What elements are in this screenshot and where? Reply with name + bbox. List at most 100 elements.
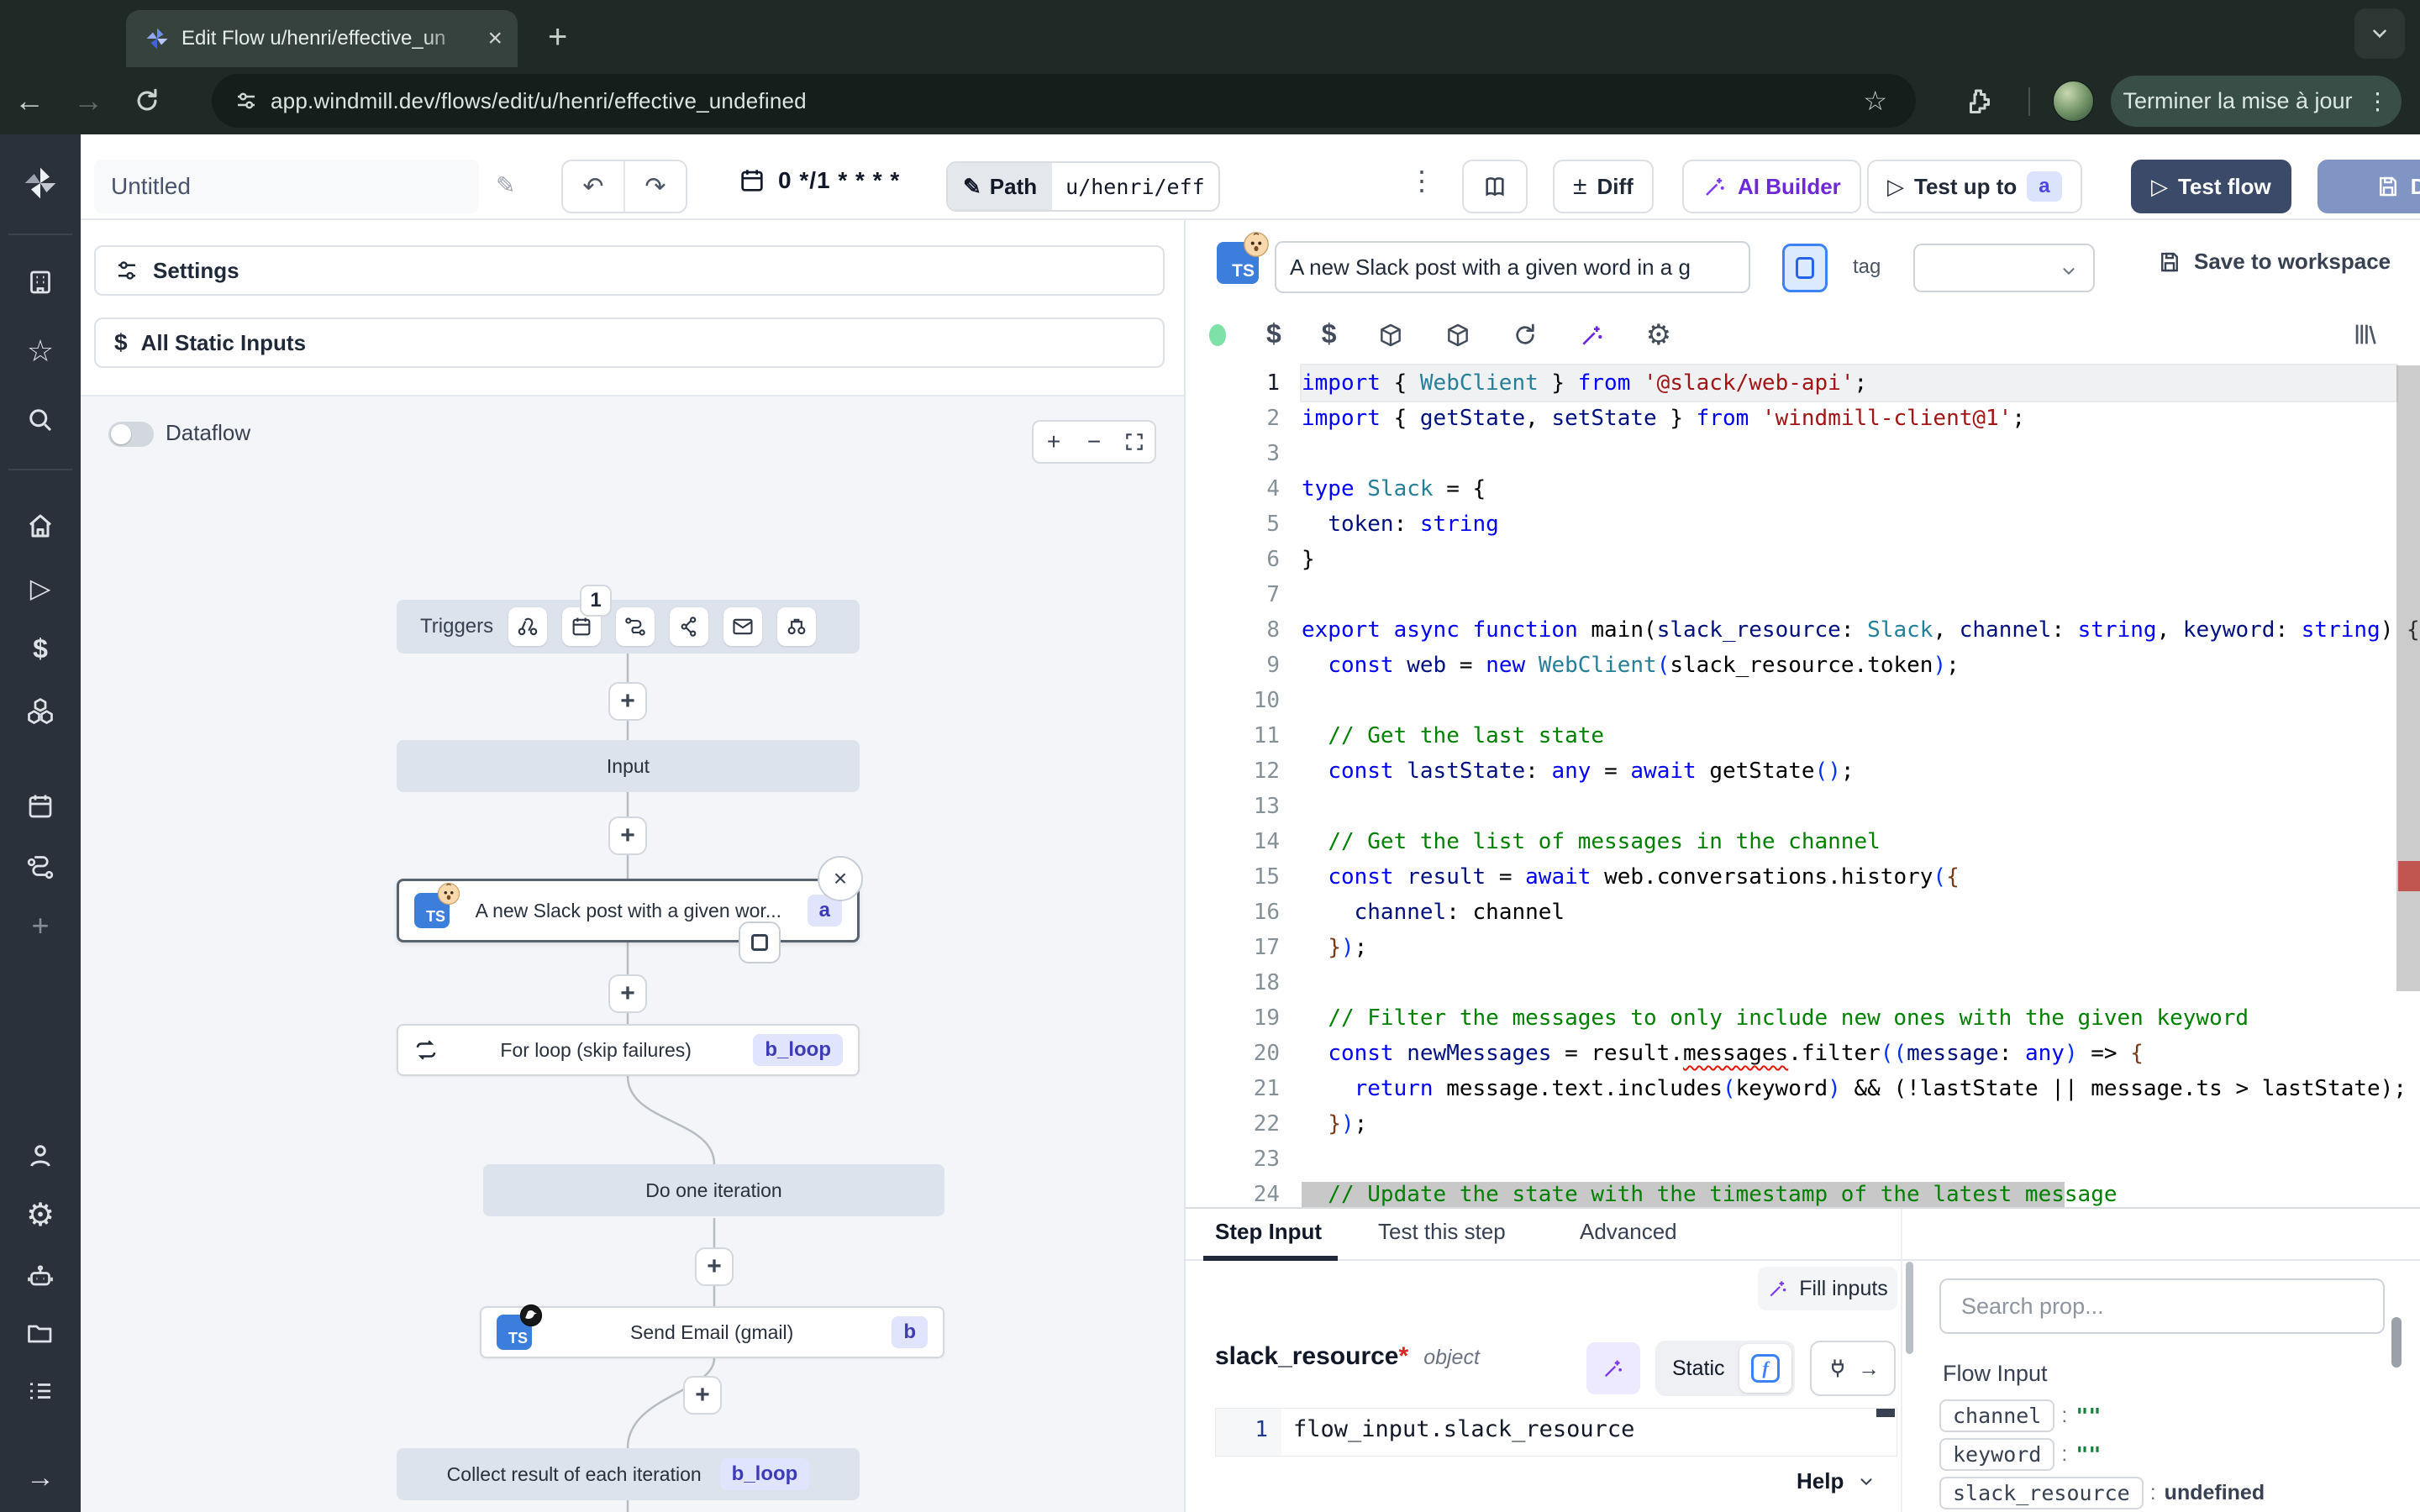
tab-step-input[interactable]: Step Input [1215,1219,1322,1245]
site-settings-icon[interactable] [234,88,259,113]
tab-close-icon[interactable]: × [487,26,502,51]
tab-advanced[interactable]: Advanced [1580,1219,1677,1245]
path-label: Path [990,174,1037,200]
prop-value: "" [2075,1442,2101,1467]
flow-graph[interactable]: Dataflow + − [81,395,1184,1512]
javascript-expr-toggle[interactable]: f [1739,1344,1791,1393]
flow-input-prop-row[interactable]: slack_resource : undefined [1939,1477,2265,1509]
chevron-down-icon [2060,262,2078,281]
schedule-cron[interactable]: 0 */1 * * * * [738,166,900,195]
tab-test-this-step[interactable]: Test this step [1378,1219,1506,1245]
sidebar-item-favorites[interactable]: ☆ [0,336,81,366]
help-toggle[interactable]: Help [1797,1468,1876,1494]
flow-name-input[interactable] [94,160,479,213]
diff-label: Diff [1597,174,1633,200]
windmill-favicon-icon [145,26,170,51]
sidebar-item-add[interactable]: + [0,911,81,941]
save-to-workspace-button[interactable]: Save to workspace [2157,249,2391,275]
library-icon[interactable] [2351,320,2380,349]
package-icon[interactable] [1377,322,1404,349]
function-icon: f [1751,1354,1780,1383]
tab-search-chevron-button[interactable] [2354,8,2405,59]
bottom-scrollbar[interactable] [1906,1262,1913,1354]
prop-type: object [1423,1346,1480,1370]
scrollbar-thumb[interactable] [2396,365,2420,991]
reload-icon[interactable] [118,87,176,115]
browser-update-button[interactable]: Terminer la mise à jour ⋮ [2111,76,2402,127]
sidebar-collapse-arrow-icon[interactable]: → [0,1463,81,1492]
ai-builder-button[interactable]: AI Builder [1682,160,1861,213]
tag-select[interactable] [1913,244,2095,292]
all-static-inputs-button[interactable]: $ All Static Inputs [94,318,1165,368]
new-tab-button[interactable]: + [548,20,567,54]
search-prop-input[interactable] [1939,1278,2385,1334]
sidebar-item-home[interactable] [0,511,81,541]
prop-pill[interactable]: keyword [1939,1438,2054,1471]
diff-button[interactable]: ± Diff [1553,160,1654,213]
resources-icon[interactable]: $ [1322,318,1337,349]
save-icon [2157,249,2182,275]
sidebar-item-folders[interactable] [0,1319,81,1349]
windmill-logo-icon[interactable] [0,165,81,202]
variables-icon[interactable]: $ [1266,318,1281,349]
expr-value[interactable]: flow_input.slack_resource [1281,1409,1897,1456]
prop-pill[interactable]: channel [1939,1399,2054,1432]
sidebar-item-search[interactable] [0,405,81,435]
chrome-menu-kebab-icon[interactable]: ⋮ [2366,87,2390,115]
edit-name-pencil-icon[interactable]: ✎ [496,171,515,199]
flow-input-props-panel: Flow Input channel : "" keyword : "" sla… [1939,1209,2420,1512]
sidebar-item-settings-gear-icon[interactable]: ⚙ [0,1200,81,1231]
fill-inputs-button[interactable]: Fill inputs [1758,1267,1897,1310]
test-flow-button[interactable]: ▷ Test flow [2131,160,2291,213]
editor-scrollbar[interactable] [2396,363,2420,1207]
test-flow-label: Test flow [2178,174,2271,200]
draft-button[interactable]: Draft [2317,160,2420,213]
play-outline-icon: ▷ [1887,174,1904,200]
sidebar-item-schedules[interactable] [0,791,81,822]
step-summary-input[interactable] [1275,241,1750,293]
test-up-to-button[interactable]: ▷ Test up to a [1867,160,2082,213]
sidebar-item-ai-robot[interactable] [0,1262,81,1292]
sidebar-item-logs[interactable] [0,1376,81,1406]
connect-input-button[interactable]: → [1810,1341,1896,1396]
sidebar-item-account[interactable] [0,1141,81,1171]
prop-ai-wand-button[interactable] [1586,1342,1640,1394]
plus-minus-icon: ± [1573,172,1586,201]
redo-button[interactable]: ↷ [623,161,686,212]
flow-input-prop-row[interactable]: channel : "" [1939,1399,2101,1432]
prop-value: "" [2075,1404,2101,1428]
code-editor[interactable]: 123456789101112131415161718192021222324 … [1186,363,2420,1207]
path-group[interactable]: ✎Path u/henri/eff [946,161,1220,212]
more-options-kebab-icon[interactable]: ⋮ [1408,165,1435,197]
undo-button[interactable]: ↶ [563,161,623,212]
sidebar-item-routes[interactable] [0,853,81,884]
props-scrollbar[interactable] [2391,1317,2402,1368]
test-up-to-step-badge[interactable]: a [2027,171,2061,202]
back-icon[interactable]: ← [0,83,59,118]
bookmark-star-icon[interactable]: ☆ [1863,85,1887,117]
stop-after-step-button[interactable] [1782,244,1828,292]
sidebar-item-workspace[interactable] [0,267,81,297]
sidebar-item-variables[interactable]: $ [0,635,81,662]
flow-settings-button[interactable]: Settings [94,245,1165,296]
save-to-workspace-label: Save to workspace [2194,249,2391,275]
sidebar-item-resources[interactable] [0,696,81,726]
extensions-icon[interactable] [1965,86,1995,116]
cron-text: 0 */1 * * * * [778,167,900,194]
chrome-separator [2028,87,2030,116]
prop-pill[interactable]: slack_resource [1939,1477,2144,1509]
flow-input-prop-row[interactable]: keyword : "" [1939,1438,2101,1471]
edit-path-pencil-icon[interactable]: ✎ [963,174,981,200]
sidebar-item-runs[interactable]: ▷ [0,575,81,601]
reset-icon[interactable] [1512,322,1539,349]
package-icon[interactable] [1444,322,1471,349]
expression-editor[interactable]: 1 flow_input.slack_resource [1215,1408,1897,1457]
docs-book-button[interactable] [1462,160,1528,213]
static-toggle-group[interactable]: Static f [1655,1341,1795,1396]
editor-settings-gear-icon[interactable]: ⚙ [1646,318,1671,352]
forward-icon[interactable]: → [59,83,118,118]
browser-tab[interactable]: Edit Flow u/henri/effective_un × [126,10,518,67]
omnibox[interactable]: app.windmill.dev/flows/edit/u/henri/effe… [212,74,1916,128]
ai-wand-icon[interactable] [1579,322,1606,349]
browser-profile-avatar[interactable] [2053,81,2094,122]
